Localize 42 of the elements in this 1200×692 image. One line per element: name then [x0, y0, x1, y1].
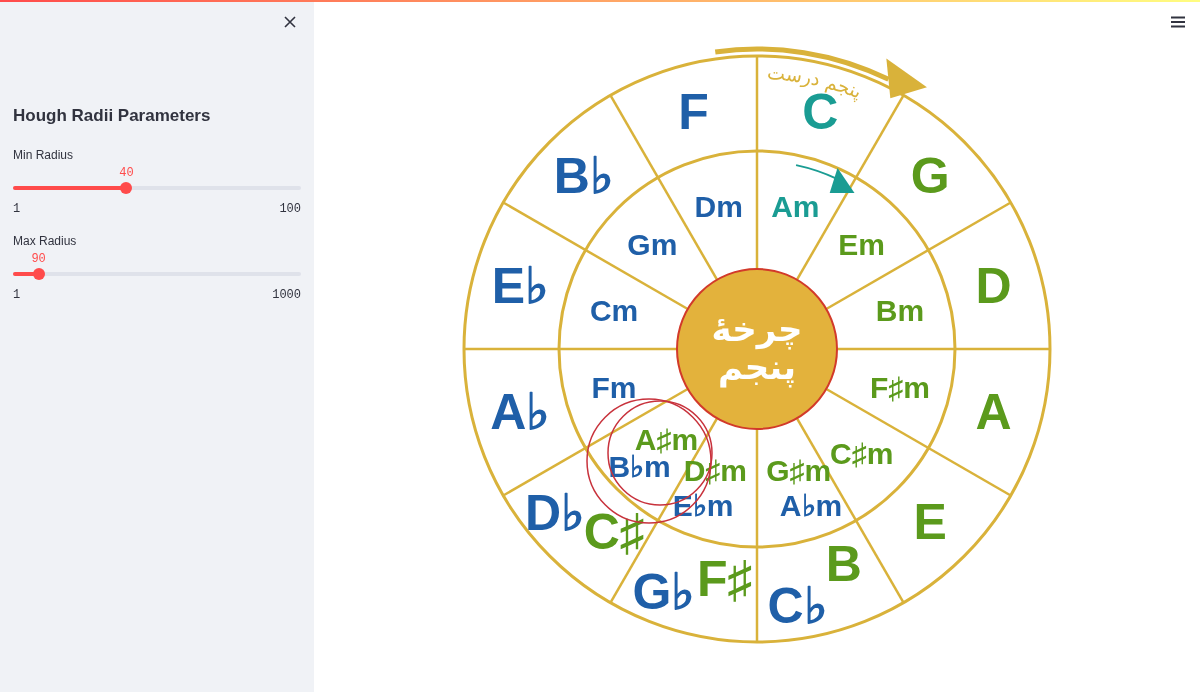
minor-key-label: A♭m — [779, 489, 843, 523]
major-key-label: D♭ — [524, 484, 585, 541]
slider-thumb[interactable] — [120, 182, 133, 195]
slider-min: 1 — [13, 287, 21, 305]
minor-key-label: F♯m — [869, 370, 930, 404]
slider-label: Min Radius — [13, 147, 75, 165]
close-button[interactable] — [282, 14, 298, 30]
slider-max: 100 — [279, 201, 301, 219]
major-key-label: C♭ — [767, 577, 828, 634]
slider-value: 90 — [31, 251, 46, 269]
major-key-label: G♭ — [632, 563, 696, 620]
slider-max: 1000 — [272, 287, 301, 305]
sidebar-heading: Hough Radii Parameters — [13, 106, 212, 127]
menu-icon — [1170, 16, 1186, 28]
major-key-label: F♯ — [696, 550, 753, 607]
slider-min: 1 — [13, 201, 21, 219]
major-key-label: E — [913, 494, 947, 551]
major-key-label: B — [825, 536, 862, 593]
minor-key-label: Em — [838, 227, 885, 261]
menu-button[interactable] — [1170, 16, 1186, 28]
major-key-label: D — [975, 257, 1012, 314]
wheel-center-text: چرخهٔ — [711, 309, 803, 349]
minor-key-label: Dm — [694, 189, 743, 223]
major-key-label: B♭ — [553, 147, 614, 204]
minor-key-label: C♯m — [830, 437, 894, 471]
slider-thumb[interactable] — [32, 268, 45, 281]
close-icon — [282, 14, 298, 30]
major-key-label: G — [910, 147, 950, 204]
minor-key-label: Am — [771, 189, 820, 223]
major-key-label: A♭ — [490, 384, 551, 441]
minor-key-label: Gm — [627, 227, 678, 261]
major-key-label: F — [678, 84, 709, 141]
arrow — [795, 164, 855, 194]
minor-key-label: Cm — [589, 294, 639, 328]
slider-label: Max Radius — [13, 233, 78, 251]
minor-key-label: Fm — [591, 370, 637, 404]
slider-value: 40 — [119, 165, 134, 183]
minor-key-label: G♯m — [766, 453, 832, 487]
major-key-label: A — [975, 384, 1012, 441]
minor-key-label: Bm — [875, 294, 925, 328]
major-key-label: C♯ — [583, 503, 645, 560]
major-key-label: E♭ — [491, 257, 550, 314]
